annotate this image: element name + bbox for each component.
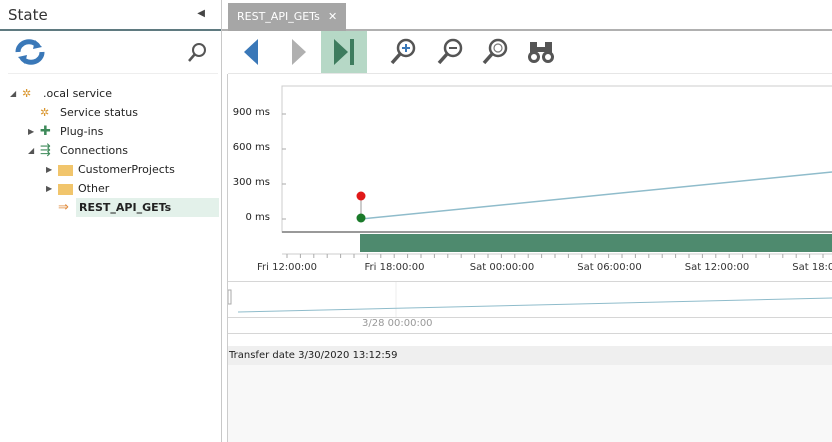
- refresh-icon[interactable]: [14, 38, 46, 66]
- service-status-icon: ✲: [40, 106, 50, 119]
- x-tick-label: Fri 18:00:00: [364, 262, 425, 273]
- range-handle[interactable]: [228, 289, 232, 305]
- close-tab-icon[interactable]: ✕: [328, 3, 337, 31]
- folder-icon: [58, 165, 73, 176]
- overview-date-label: 3/28 00:00:00: [362, 318, 433, 329]
- collapse-arrow-icon[interactable]: ◢: [10, 84, 16, 103]
- plot-area: [281, 85, 832, 233]
- activity-bar: [360, 234, 832, 252]
- arrow-right-icon: [292, 39, 306, 65]
- x-tick-label: Sat 12:00:00: [684, 262, 750, 273]
- next-button[interactable]: [276, 31, 322, 73]
- rest-connection-icon: ⇒: [58, 200, 69, 215]
- tab-rest-api-gets[interactable]: REST_API_GETs ✕: [228, 3, 346, 31]
- service-icon: ✲: [22, 87, 32, 100]
- binoculars-icon: [528, 42, 554, 63]
- zoom-in-icon: [390, 38, 416, 65]
- zoom-out-button[interactable]: [427, 31, 473, 73]
- zoom-in-button[interactable]: [380, 31, 426, 73]
- folder-icon: [58, 184, 73, 195]
- expand-arrow-icon[interactable]: ▶: [46, 160, 52, 179]
- panel-header: State ◀: [0, 0, 221, 31]
- x-tick-label: Sat 06:00:00: [577, 262, 642, 273]
- timeline-chart[interactable]: [228, 74, 832, 274]
- expand-arrow-icon[interactable]: ▶: [46, 179, 52, 198]
- y-tick-label: 0 ms: [245, 212, 271, 223]
- arrow-left-icon: [244, 39, 258, 65]
- y-tick-label: 300 ms: [232, 177, 270, 188]
- x-tick-label: Fri 12:00:00: [256, 262, 317, 273]
- zoom-reset-button[interactable]: [472, 31, 518, 73]
- collapse-icon[interactable]: ◀: [197, 8, 205, 19]
- panel-title: State: [8, 6, 48, 24]
- overview-range-selector[interactable]: [228, 282, 832, 318]
- plugin-icon: ✚: [40, 124, 51, 139]
- tree-item-rest-api-gets[interactable]: REST_API_GETs: [76, 198, 219, 217]
- x-tick-label: Sat 18:00:00: [792, 262, 832, 273]
- skip-end-icon: [334, 39, 354, 65]
- y-tick-label: 600 ms: [232, 142, 270, 153]
- status-bar: Transfer date 3/30/2020 13:12:59: [228, 346, 832, 365]
- max-point: [356, 191, 366, 201]
- state-panel: State ◀ ◢ ✲ .ocal service ✲ Service stat…: [0, 0, 222, 442]
- expand-arrow-icon[interactable]: ▶: [28, 122, 34, 141]
- overview-line: [237, 297, 832, 313]
- find-button[interactable]: [518, 31, 564, 73]
- connections-icon: ⇶: [40, 143, 51, 158]
- zoom-reset-icon: [482, 38, 508, 65]
- x-tick-label: Sat 00:00:00: [469, 262, 535, 273]
- zoom-out-icon: [437, 38, 463, 65]
- go-to-end-button[interactable]: [321, 31, 367, 73]
- collapse-arrow-icon[interactable]: ◢: [28, 141, 34, 160]
- min-point: [356, 213, 366, 223]
- y-tick-label: 900 ms: [232, 107, 270, 118]
- previous-button[interactable]: [228, 31, 274, 73]
- search-icon[interactable]: [186, 42, 208, 64]
